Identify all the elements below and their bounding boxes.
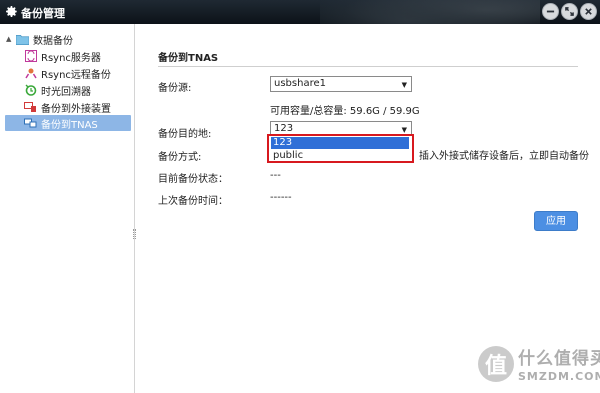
source-select[interactable]: usbshare1 ▼: [270, 76, 412, 92]
status-value: ---: [270, 170, 281, 181]
expand-icon: [565, 7, 574, 16]
sidebar-item-label: 备份到TNAS: [41, 119, 98, 131]
rsync-server-icon: [24, 50, 37, 62]
main-panel: 备份到TNAS 备份源: usbshare1 ▼ 可用容量/总容量: 59.6G…: [136, 24, 600, 393]
destination-select-value: 123: [274, 123, 294, 134]
rsync-remote-icon: [24, 67, 37, 79]
time-machine-icon: [24, 84, 37, 96]
close-button[interactable]: [580, 3, 597, 20]
sidebar-root-data-backup[interactable]: 数据备份: [16, 31, 73, 47]
window-title: 备份管理: [21, 7, 65, 20]
watermark-logo-icon: 值: [478, 346, 514, 382]
last-backup-label: 上次备份时间：: [158, 196, 228, 207]
destination-option-123[interactable]: 123: [271, 137, 409, 149]
close-icon: [585, 8, 592, 15]
capacity-text: 可用容量/总容量: 59.6G / 59.9G: [270, 106, 420, 117]
sidebar-item-rsync-server[interactable]: Rsync服务器: [24, 48, 101, 64]
title-bar: 备份管理: [0, 0, 600, 24]
sidebar-item-label: 时光回溯器: [41, 86, 91, 98]
sidebar-item-rsync-remote[interactable]: Rsync远程备份: [24, 65, 111, 81]
section-title: 备份到TNAS: [158, 53, 219, 64]
sidebar-root-label: 数据备份: [33, 35, 73, 47]
collapse-arrow-icon[interactable]: ▲: [6, 35, 11, 43]
minimize-icon: [546, 10, 555, 13]
source-label: 备份源:: [158, 83, 192, 94]
sidebar-item-label: 备份到外接装置: [41, 103, 111, 115]
sidebar-item-label: Rsync远程备份: [41, 69, 111, 81]
title-background: [320, 0, 540, 24]
watermark-en: SMZDM.COM: [518, 370, 600, 383]
tnas-icon: [24, 117, 37, 129]
source-select-value: usbshare1: [274, 78, 326, 89]
apply-button[interactable]: 应用: [534, 211, 578, 231]
sidebar-item-external-device[interactable]: 备份到外接装置: [24, 99, 111, 115]
method-hint: 插入外接式储存设备后，立即自动备份: [419, 151, 589, 162]
maximize-button[interactable]: [561, 3, 578, 20]
gear-icon: [6, 6, 17, 17]
watermark-cn: 什么值得买: [518, 349, 600, 369]
sidebar-item-backup-to-tnas[interactable]: 备份到TNAS: [5, 115, 131, 131]
section-divider: [158, 66, 578, 67]
destination-dropdown-list: 123 public: [267, 134, 414, 163]
external-device-icon: [24, 101, 37, 113]
destination-label: 备份目的地:: [158, 129, 212, 140]
minimize-button[interactable]: [542, 3, 559, 20]
sidebar-item-label: Rsync服务器: [41, 52, 101, 64]
method-label: 备份方式:: [158, 152, 202, 163]
destination-option-public[interactable]: public: [271, 150, 409, 162]
sidebar-item-time-machine[interactable]: 时光回溯器: [24, 82, 91, 98]
folder-icon: [16, 33, 29, 45]
last-backup-value: ------: [270, 192, 292, 203]
dropdown-arrow-icon: ▼: [401, 81, 407, 89]
watermark: 值 什么值得买 SMZDM.COM: [478, 342, 600, 390]
sidebar: ▲ 数据备份 Rsync服务器 Rsync远程备份 时光回溯器 备份到外接装置: [0, 24, 136, 393]
status-label: 目前备份状态：: [158, 174, 228, 185]
